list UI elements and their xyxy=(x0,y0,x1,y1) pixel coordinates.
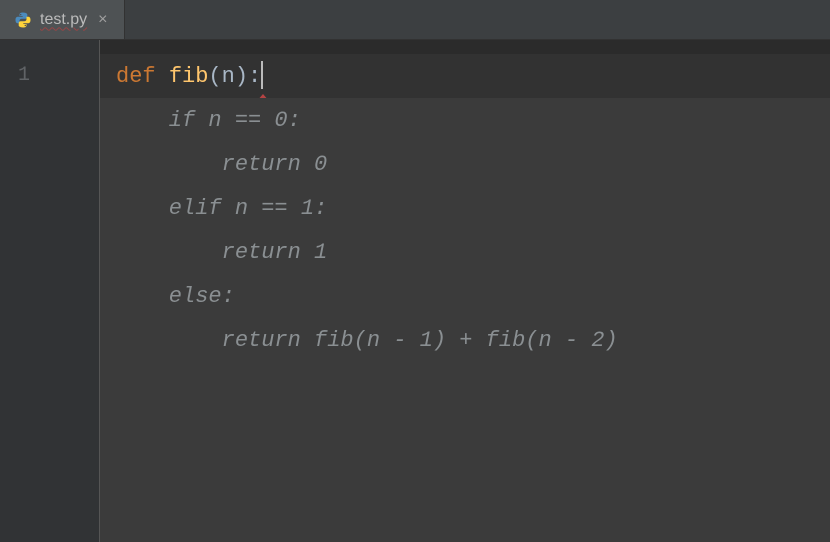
space xyxy=(156,64,169,89)
line-number[interactable]: 1 xyxy=(0,54,99,98)
suggestion-line: elif n == 1: xyxy=(100,186,830,230)
inline-suggestion[interactable]: if n == 0: return 0 elif n == 1: return … xyxy=(100,98,830,542)
tab-filename: test.py xyxy=(40,11,87,29)
editor: 1 def fib(n): if n == 0: return 0 elif n… xyxy=(0,40,830,542)
suggestion-line: return 0 xyxy=(100,142,830,186)
suggestion-line: else: xyxy=(100,274,830,318)
tab-bar-empty xyxy=(125,0,830,39)
line-number-gutter[interactable]: 1 xyxy=(0,40,100,542)
text-cursor xyxy=(261,61,263,89)
tab-bar: test.py × xyxy=(0,0,830,40)
close-tab-icon[interactable]: × xyxy=(95,10,110,30)
python-file-icon xyxy=(14,11,32,29)
parameter: n xyxy=(222,64,235,89)
function-name: fib xyxy=(169,64,209,89)
file-tab[interactable]: test.py × xyxy=(0,0,125,39)
colon: : xyxy=(248,64,261,89)
suggestion-line: return fib(n - 1) + fib(n - 2) xyxy=(100,318,830,362)
paren-close: ) xyxy=(235,64,248,89)
suggestion-line: return 1 xyxy=(100,230,830,274)
keyword-def: def xyxy=(116,64,156,89)
paren-open: ( xyxy=(208,64,221,89)
suggestion-line: if n == 0: xyxy=(100,98,830,142)
code-area[interactable]: def fib(n): if n == 0: return 0 elif n =… xyxy=(100,40,830,542)
